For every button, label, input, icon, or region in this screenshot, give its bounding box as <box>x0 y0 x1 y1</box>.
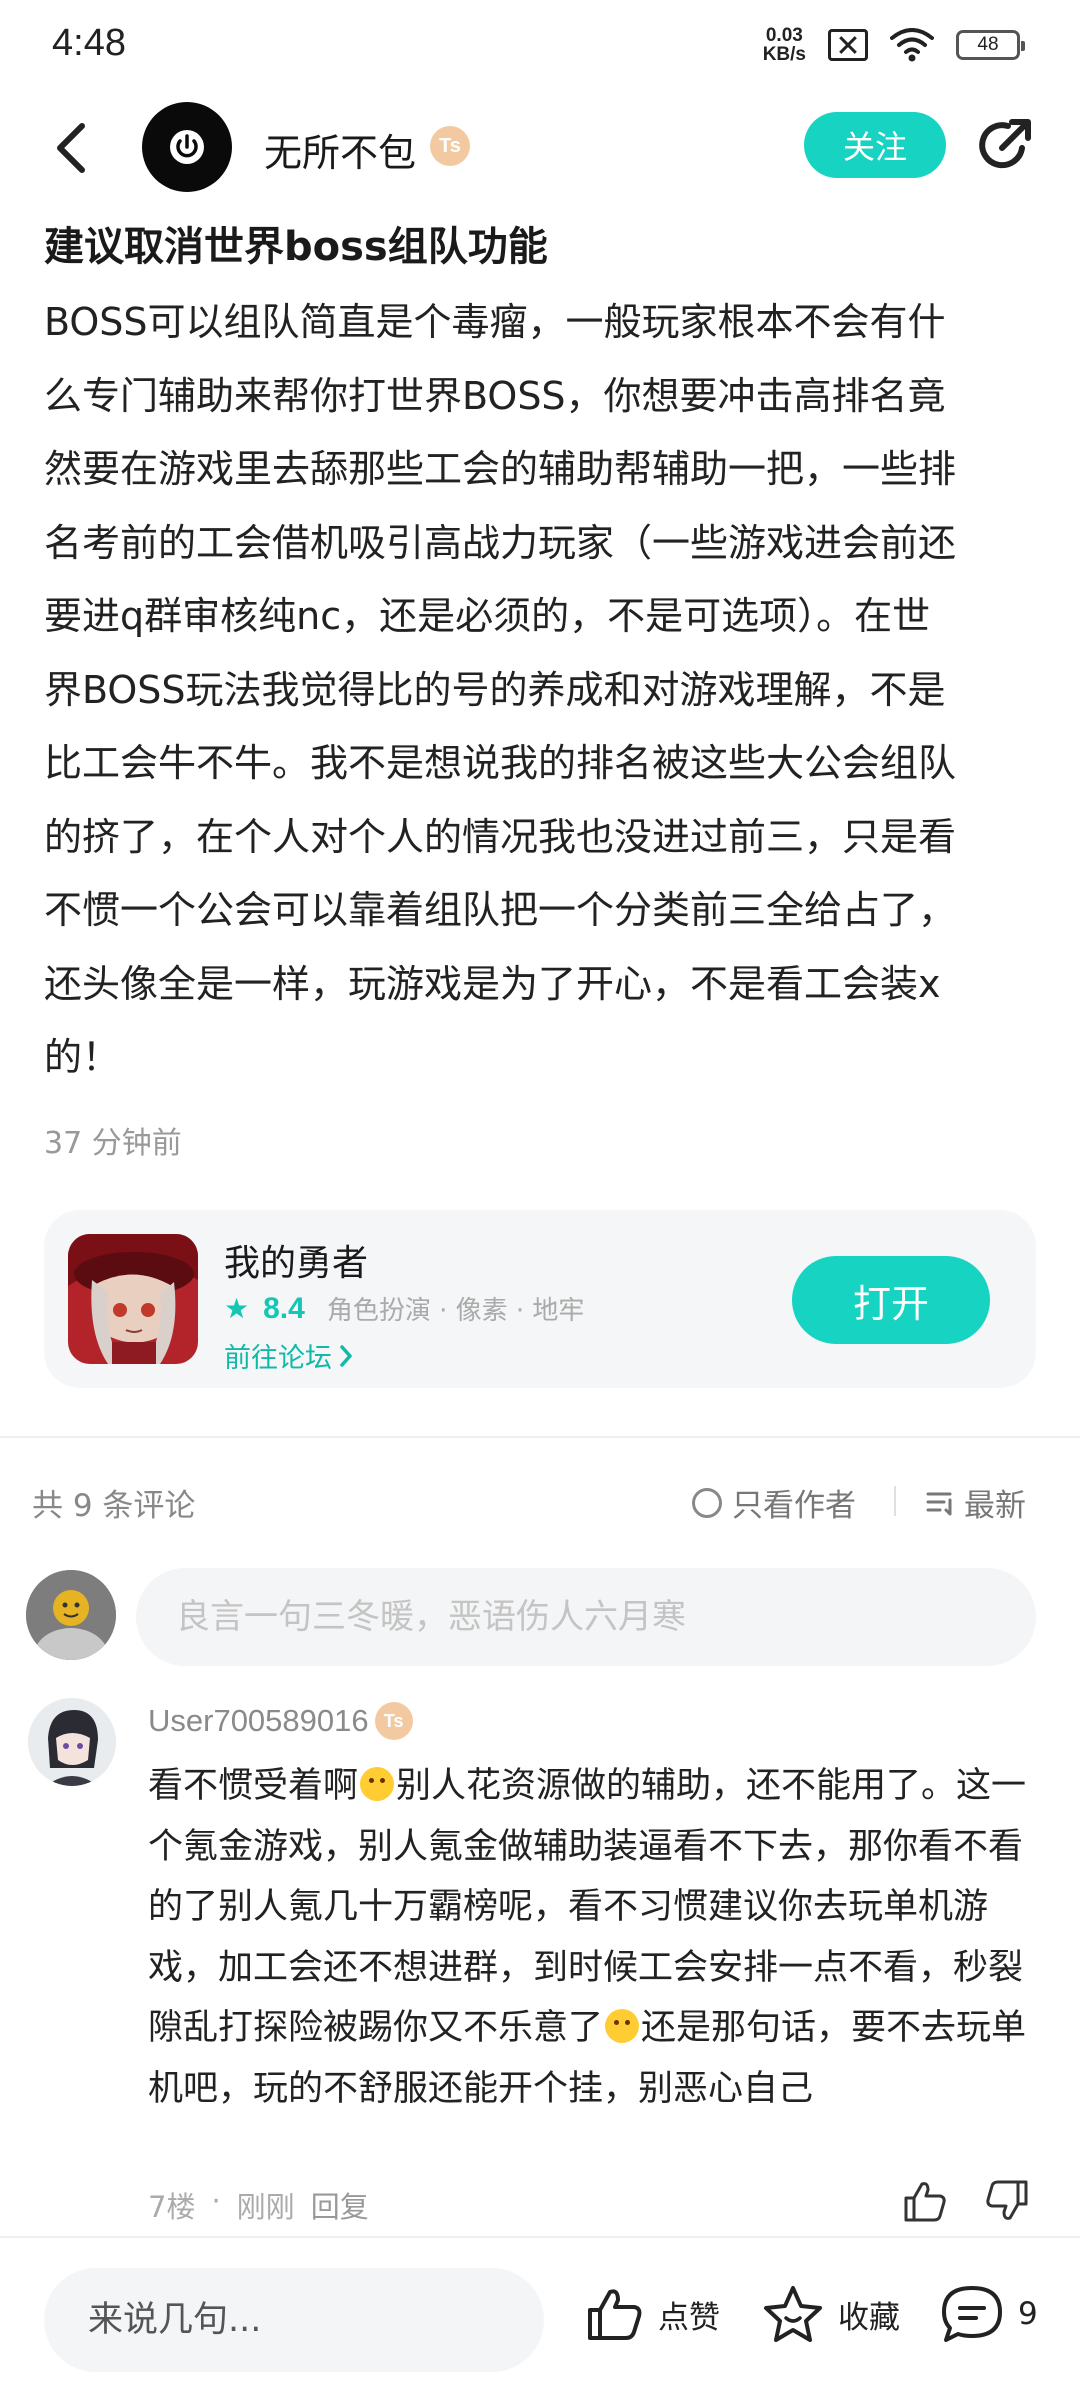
star-outline-icon <box>764 2286 822 2342</box>
sort-icon <box>926 1492 952 1515</box>
my-avatar[interactable] <box>26 1570 116 1660</box>
commenter-name[interactable]: User700589016 Ts <box>148 1702 413 1740</box>
comment-text-part: 别人花资源做的辅助，还不能用了。这一个氪金游戏，别人氪金做辅助装逼看不下去，那你… <box>148 1766 1027 2048</box>
commenter-avatar-image <box>28 1698 116 1786</box>
favorite-label: 收藏 <box>838 2299 900 2336</box>
like-label: 点赞 <box>658 2299 720 2336</box>
chevron-left-icon <box>57 123 85 173</box>
author-avatar[interactable] <box>142 102 232 192</box>
share-icon <box>979 119 1031 169</box>
thumbs-up-icon <box>588 2289 642 2340</box>
power-icon <box>170 130 204 164</box>
game-artwork <box>68 1234 198 1364</box>
comment-text-part: 看不惯受着啊 <box>148 1766 359 1806</box>
forum-link-label: 前往论坛 <box>224 1343 332 1374</box>
comments-button[interactable]: 9 <box>940 2284 1038 2344</box>
comment-time: 刚刚 <box>236 2190 295 2224</box>
post-body: BOSS可以组队简直是个毒瘤，一般玩家根本不会有什 么专门辅助来帮你打世界BOS… <box>44 300 957 1079</box>
wifi-icon <box>890 28 934 62</box>
game-meta: ★ 8.4 角色扮演 · 像素 · 地牢 <box>224 1290 584 1327</box>
chevron-right-icon <box>340 1344 352 1367</box>
separator <box>894 1486 896 1516</box>
grinning-emoji-icon <box>605 2009 640 2043</box>
game-card[interactable]: 我的勇者 ★ 8.4 角色扮演 · 像素 · 地牢 前往论坛 打开 <box>44 1210 1036 1388</box>
radio-icon <box>692 1487 722 1518</box>
status-icons: 0.03 KB/s 48 <box>763 26 1025 64</box>
thumbs-up-icon <box>904 2182 946 2222</box>
avatar-image <box>26 1570 116 1660</box>
post-title: 建议取消世界boss组队功能 <box>44 224 548 270</box>
commenter-avatar[interactable] <box>28 1698 116 1786</box>
post-header: 无所不包 Ts 关注 <box>0 96 1080 202</box>
thumbs-down-icon <box>986 2180 1028 2220</box>
post-timestamp: 37 分钟前 <box>44 1126 182 1161</box>
battery-icon: 48 <box>956 30 1025 60</box>
comment-input[interactable] <box>136 1568 1036 1666</box>
star-icon: ★ <box>224 1291 250 1325</box>
game-icon[interactable] <box>68 1234 198 1364</box>
only-author-toggle[interactable]: 只看作者 <box>692 1480 856 1525</box>
share-button[interactable] <box>972 114 1036 178</box>
like-button[interactable]: 点赞 <box>584 2284 720 2344</box>
meta-dot: · <box>211 2184 221 2218</box>
comment-like-button[interactable] <box>902 2178 948 2224</box>
network-speed-value: 0.03 <box>765 25 803 46</box>
level-badge: Ts <box>430 126 470 166</box>
crying-emoji-icon <box>360 1767 395 1801</box>
network-speed: 0.03 KB/s <box>763 26 806 64</box>
sort-label: 最新 <box>964 1488 1026 1524</box>
network-speed-unit: KB/s <box>762 44 806 65</box>
reply-button[interactable]: 回复 <box>311 2184 369 2226</box>
author-name[interactable]: 无所不包 <box>264 122 416 177</box>
comment-floor: 7楼 <box>148 2190 196 2224</box>
status-bar: 4:48 0.03 KB/s 48 <box>0 0 1080 96</box>
comment-text: 看不惯受着啊 别人花资源做的辅助，还不能用了。这一个氪金游戏，别人氪金做辅助装逼看… <box>148 1756 1028 2119</box>
sort-toggle[interactable]: 最新 <box>926 1480 1026 1525</box>
comment-count: 共 9 条评论 <box>32 1488 196 1524</box>
back-button[interactable] <box>40 116 104 180</box>
commenter-username: User700589016 <box>148 1703 369 1738</box>
follow-button[interactable]: 关注 <box>804 112 946 178</box>
game-tags: 角色扮演 · 像素 · 地牢 <box>326 1296 585 1326</box>
bottom-action-bar: 点赞 收藏 9 <box>0 2236 1080 2400</box>
open-game-button[interactable]: 打开 <box>792 1256 990 1344</box>
favorite-button[interactable]: 收藏 <box>762 2284 900 2344</box>
game-score: 8.4 <box>263 1291 305 1325</box>
forum-link[interactable]: 前往论坛 <box>224 1336 354 1375</box>
level-badge: Ts <box>374 1702 413 1740</box>
chat-bubble-icon <box>942 2286 1002 2342</box>
game-name[interactable]: 我的勇者 <box>224 1234 368 1286</box>
comment-count-badge: 9 <box>1018 2296 1038 2332</box>
comment-meta: 7楼 · 刚刚 回复 <box>148 2184 369 2226</box>
status-time: 4:48 <box>52 22 126 64</box>
only-author-label: 只看作者 <box>732 1488 856 1524</box>
bottom-comment-input[interactable] <box>44 2268 544 2372</box>
section-divider <box>0 1436 1080 1438</box>
comment-dislike-button[interactable] <box>984 2178 1030 2224</box>
no-sim-icon <box>828 29 868 61</box>
